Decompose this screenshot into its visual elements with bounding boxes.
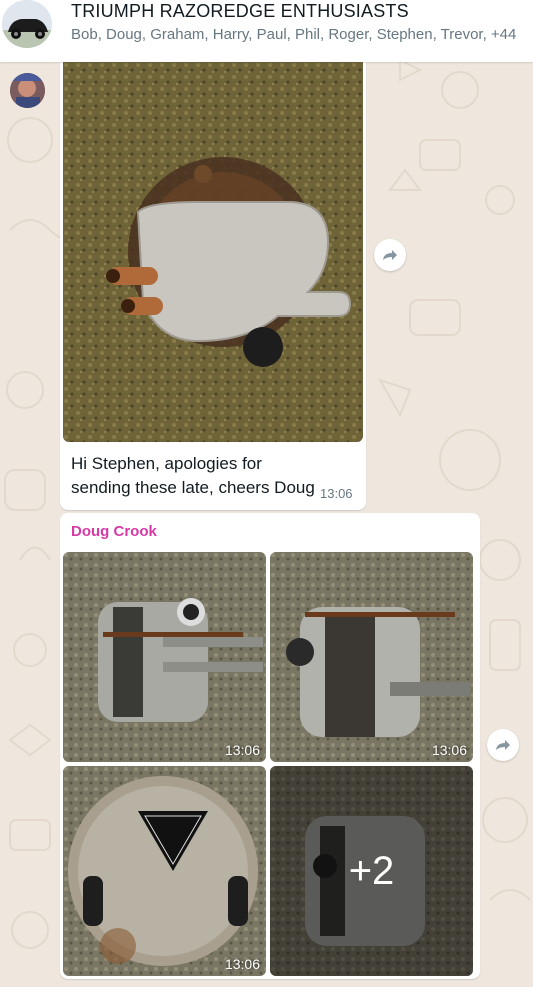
photo-time: 13:06 — [224, 956, 260, 972]
forward-button[interactable] — [374, 239, 406, 271]
message-text: Hi Stephen, apologies for sending these … — [71, 454, 315, 497]
group-avatar[interactable] — [2, 0, 52, 48]
album-photo[interactable]: 13:06 — [270, 552, 473, 762]
message-bubble[interactable]: Doug Crook 13:06 13:06 13:06 +2 — [60, 513, 480, 979]
album-photo-more[interactable]: +2 — [270, 766, 473, 976]
message-time: 13:06 — [320, 486, 353, 501]
album-photo[interactable]: 13:06 — [63, 552, 266, 762]
message-photo[interactable] — [63, 62, 363, 442]
group-title[interactable]: TRIUMPH RAZOREDGE ENTHUSIASTS — [71, 1, 409, 22]
album-photo[interactable]: 13:06 — [63, 766, 266, 976]
message-bubble[interactable]: Hi Stephen, apologies for sending these … — [60, 62, 366, 510]
photo-time: 13:06 — [431, 742, 467, 758]
photo-time: 13:06 — [224, 742, 260, 758]
forward-button[interactable] — [487, 729, 519, 761]
chat-header[interactable]: TRIUMPH RAZOREDGE ENTHUSIASTS Bob, Doug,… — [0, 0, 533, 62]
forward-icon — [496, 740, 510, 750]
more-count: +2 — [348, 848, 395, 893]
sender-name[interactable]: Doug Crook — [71, 523, 157, 540]
sender-avatar[interactable] — [10, 73, 45, 108]
group-members[interactable]: Bob, Doug, Graham, Harry, Paul, Phil, Ro… — [71, 26, 516, 43]
forward-icon — [383, 250, 397, 260]
